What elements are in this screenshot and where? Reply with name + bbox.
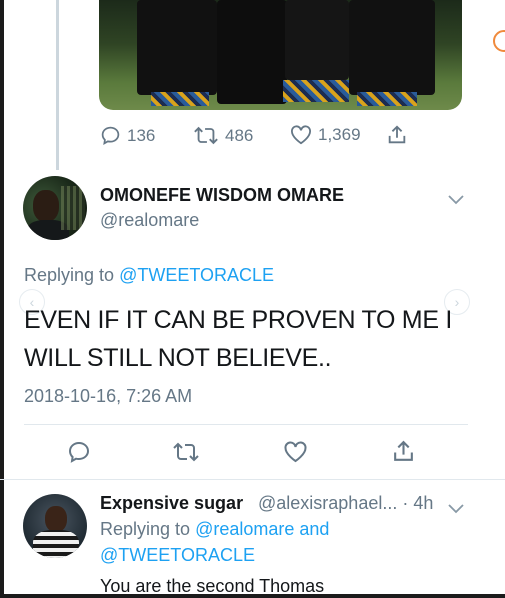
thread-line <box>56 0 59 170</box>
reply-display-name[interactable]: Expensive sugar <box>100 493 243 514</box>
replying-and: and <box>294 519 330 539</box>
side-indicator <box>493 30 505 52</box>
reply-icon <box>67 440 91 464</box>
reply-icon <box>100 125 121 146</box>
handle[interactable]: @realomare <box>100 210 199 231</box>
screenshot-frame-bottom <box>0 594 505 598</box>
retweet-count: 486 <box>225 125 254 145</box>
reply-handle-time[interactable]: @alexisraphael... · 4h <box>258 493 433 514</box>
tweet-photo[interactable] <box>99 0 462 110</box>
reply-replying-to-line2: @TWEETORACLE <box>100 545 255 566</box>
timestamp[interactable]: 2018-10-16, 7:26 AM <box>24 386 192 407</box>
chevron-down-icon[interactable] <box>448 501 464 519</box>
reply-button[interactable] <box>67 440 91 464</box>
retweet-icon <box>172 441 200 463</box>
replying-to: Replying to @TWEETORACLE <box>24 265 274 286</box>
divider <box>0 479 505 480</box>
retweet-icon <box>193 125 219 146</box>
like-action[interactable]: 1,369 <box>290 125 361 145</box>
like-icon <box>283 441 308 463</box>
replying-to-link[interactable]: @TWEETORACLE <box>119 265 274 285</box>
share-button[interactable] <box>391 439 416 464</box>
replying-to-link[interactable]: @realomare <box>195 519 294 539</box>
reply-avatar[interactable] <box>23 494 87 558</box>
share-action[interactable] <box>386 124 408 146</box>
retweet-button[interactable] <box>172 441 200 463</box>
share-icon <box>386 124 408 146</box>
reply-action[interactable]: 136 <box>100 125 155 146</box>
screenshot-frame-left <box>0 0 4 598</box>
avatar[interactable] <box>23 176 87 240</box>
replying-prefix: Replying to <box>100 519 196 539</box>
like-button[interactable] <box>283 441 308 463</box>
tweet-text: EVEN IF IT CAN BE PROVEN TO ME I WILL ST… <box>24 306 452 372</box>
share-icon <box>391 439 416 464</box>
reply-replying-to: Replying to @realomare and <box>100 519 329 540</box>
divider <box>24 424 468 425</box>
like-icon <box>290 125 312 145</box>
replying-to-link[interactable]: @TWEETORACLE <box>100 545 255 565</box>
like-count: 1,369 <box>318 125 361 144</box>
retweet-action[interactable]: 486 <box>193 125 253 146</box>
chevron-down-icon[interactable] <box>448 192 464 210</box>
replying-prefix: Replying to <box>24 265 120 285</box>
reply-count: 136 <box>127 125 156 145</box>
display-name[interactable]: OMONEFE WISDOM OMARE <box>100 185 344 206</box>
